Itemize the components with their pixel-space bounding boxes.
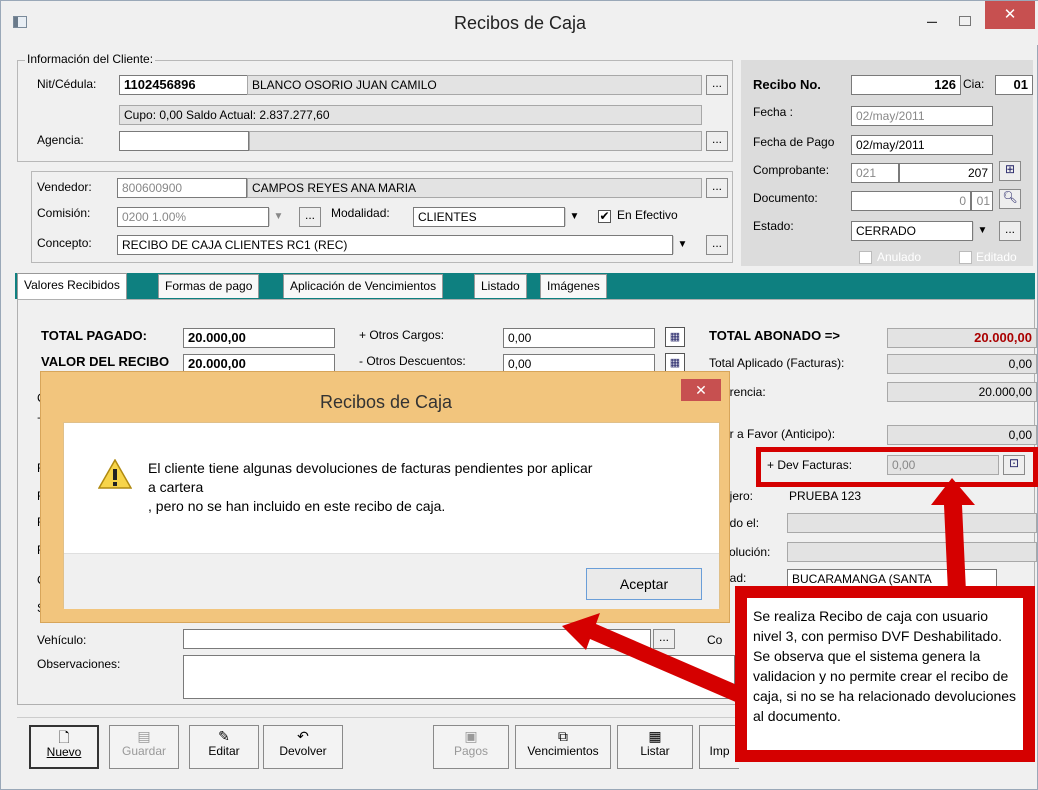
arrow-up [931,478,975,592]
annotation-text: Se realiza Recibo de caja con usuario ni… [747,598,1023,750]
annotation-callout: Se realiza Recibo de caja con usuario ni… [735,586,1035,762]
arrow-left [562,613,744,703]
